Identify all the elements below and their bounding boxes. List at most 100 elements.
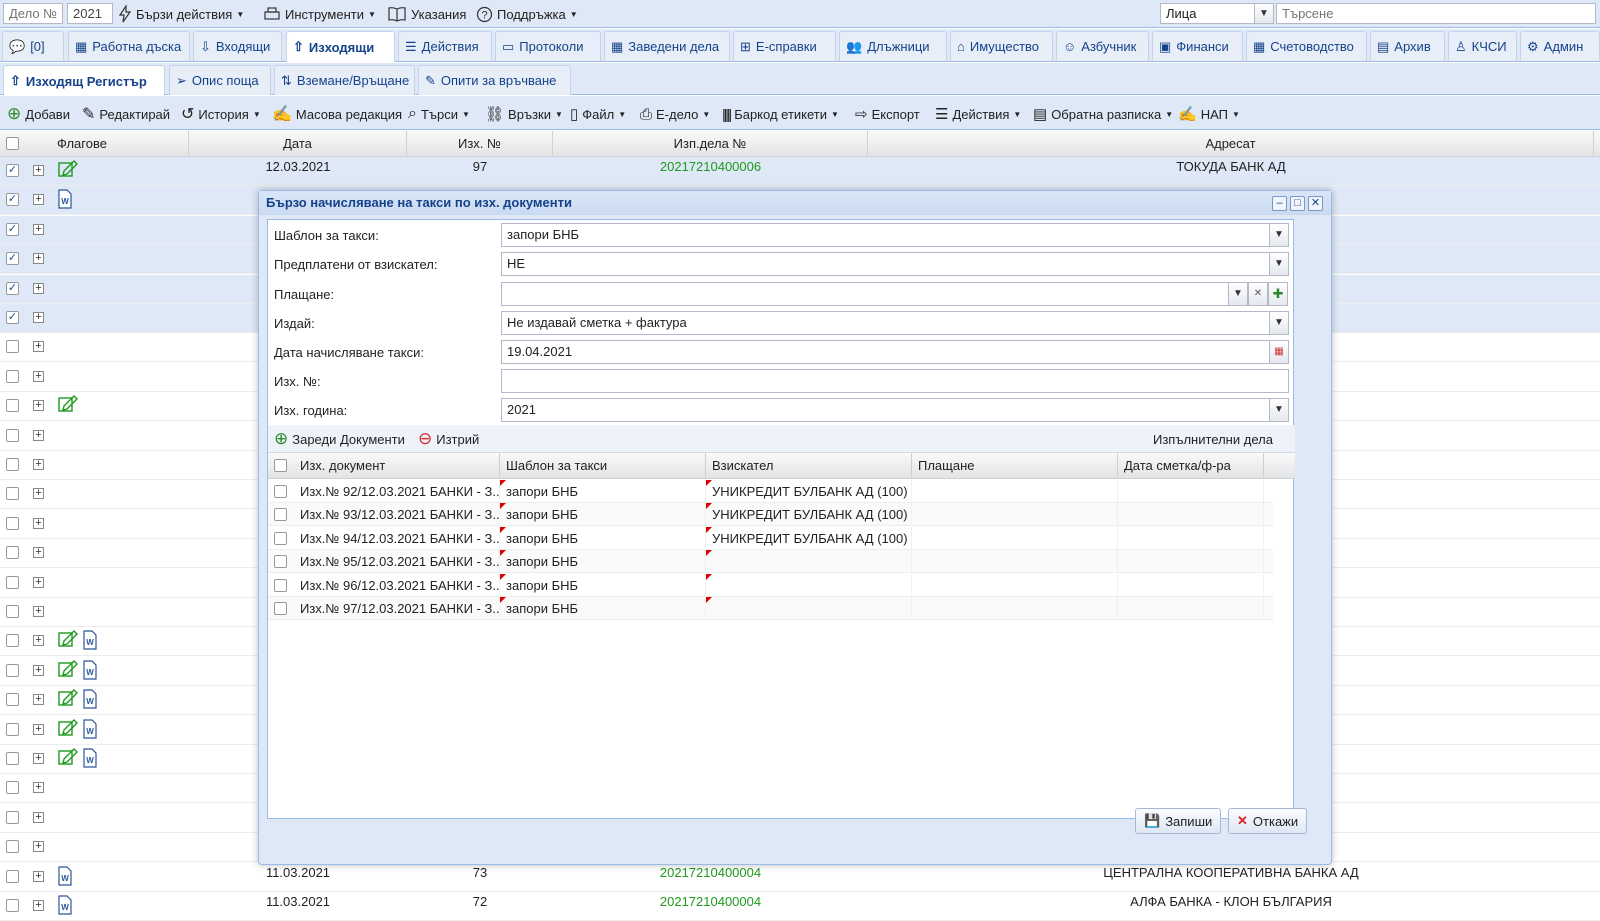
row-payment[interactable] <box>912 597 1118 620</box>
edit-button[interactable]: ✎ Редактирай <box>82 103 170 125</box>
column-flags[interactable]: Флагове <box>26 131 189 157</box>
mass-edit-button[interactable]: ✍ Масова редакция <box>272 103 402 125</box>
expand-icon[interactable]: + <box>33 488 44 500</box>
chevron-down-icon[interactable]: ▼ <box>1269 223 1289 247</box>
row-checkbox[interactable]: ✓ <box>6 222 19 236</box>
row-checkbox[interactable] <box>6 869 19 883</box>
row-checkbox[interactable] <box>6 458 19 471</box>
calendar-icon[interactable]: ▦ <box>1269 340 1289 364</box>
row-checkbox[interactable] <box>6 605 19 618</box>
row-payment[interactable] <box>912 480 1118 503</box>
document-row[interactable]: Изх.№ 97/12.03.2021 БАНКИ - З... запори Б… <box>268 597 1273 620</box>
row-payment[interactable] <box>912 573 1118 597</box>
row-creditor[interactable] <box>706 573 912 597</box>
column-template[interactable]: Шаблон за такси <box>500 453 706 479</box>
row-checkbox[interactable] <box>6 575 19 589</box>
chevron-down-icon[interactable]: ▼ <box>1269 311 1289 335</box>
instructions-button[interactable]: Указания <box>387 3 466 25</box>
row-checkbox[interactable] <box>6 693 19 707</box>
case-number-input[interactable] <box>3 3 63 24</box>
file-menu[interactable]: ▯ Файл ▼ <box>570 103 626 125</box>
nra-menu[interactable]: ✍ НАП ▼ <box>1178 103 1240 125</box>
clear-icon[interactable]: ✕ <box>1248 282 1268 306</box>
word-document-icon[interactable]: W <box>82 748 98 768</box>
row-checkbox[interactable] <box>6 546 19 560</box>
return-receipt-menu[interactable]: ▤ Обратна разписка ▼ <box>1033 103 1173 125</box>
row-invoice-date[interactable] <box>1118 597 1264 620</box>
expand-icon[interactable]: + <box>33 753 44 764</box>
minimize-icon[interactable]: – <box>1272 196 1287 211</box>
template-combo[interactable]: запори БНБ <box>501 223 1289 247</box>
expand-icon[interactable]: + <box>33 223 44 235</box>
year-input[interactable] <box>67 3 113 24</box>
row-checkbox[interactable] <box>6 752 19 765</box>
row-case-no[interactable]: 20217210400006 <box>553 157 868 186</box>
row-template[interactable]: запори БНБ <box>500 573 706 597</box>
quick-actions-menu[interactable]: Бързи действия ▼ <box>118 3 244 25</box>
row-checkbox[interactable] <box>6 663 19 677</box>
word-document-icon[interactable]: W <box>57 895 73 915</box>
tab-protocols[interactable]: ▭ Протоколи <box>495 31 601 61</box>
row-checkbox[interactable] <box>274 602 287 615</box>
document-row[interactable]: Изх.№ 94/12.03.2021 БАНКИ - З... запори Б… <box>268 526 1273 550</box>
row-checkbox[interactable] <box>274 508 287 522</box>
row-creditor[interactable] <box>706 597 912 620</box>
row-case-no[interactable]: 20217210400004 <box>553 863 868 892</box>
column-doc[interactable]: Изх. документ <box>294 453 500 479</box>
chevron-down-icon[interactable]: ▼ <box>1269 398 1289 422</box>
row-checkbox[interactable] <box>6 369 19 383</box>
row-template[interactable]: запори БНБ <box>500 597 706 620</box>
select-all-checkbox[interactable] <box>274 459 287 472</box>
row-checkbox[interactable] <box>6 428 19 442</box>
support-menu[interactable]: ? Поддръжка ▼ <box>476 3 578 25</box>
row-payment[interactable] <box>912 526 1118 550</box>
row-checkbox[interactable] <box>6 840 19 854</box>
row-invoice-date[interactable] <box>1118 573 1264 597</box>
search-input[interactable] <box>1276 3 1596 24</box>
expand-icon[interactable]: + <box>33 870 44 882</box>
expand-icon[interactable]: + <box>33 635 44 647</box>
prepaid-combo[interactable]: НЕ <box>501 252 1289 276</box>
row-checkbox[interactable] <box>6 781 19 795</box>
tab-outgoing[interactable]: ⇧ Изходящи <box>286 31 395 62</box>
expand-icon[interactable]: + <box>33 165 44 176</box>
word-document-icon[interactable]: W <box>57 865 73 886</box>
expand-icon[interactable]: + <box>33 517 44 529</box>
barcode-menu[interactable]: ||||| Баркод етикети ▼ <box>722 103 839 125</box>
subtab-take-return[interactable]: ⇅ Вземане/Връщане <box>274 65 415 95</box>
expand-icon[interactable]: + <box>33 253 44 265</box>
document-row[interactable]: Изх.№ 92/12.03.2021 БАНКИ - З... запори Б… <box>268 480 1273 503</box>
subtab-delivery-attempts[interactable]: ✎ Опити за връчване <box>418 65 571 95</box>
column-creditor[interactable]: Взискател <box>706 453 912 479</box>
expand-icon[interactable]: + <box>33 723 44 735</box>
subtab-mail-list[interactable]: ➢ Опис поща <box>169 65 271 95</box>
document-row[interactable]: Изх.№ 95/12.03.2021 БАНКИ - З... запори Б… <box>268 550 1273 574</box>
tab-kchsi[interactable]: ♙ КЧСИ <box>1448 31 1517 61</box>
persons-combo[interactable] <box>1160 3 1256 24</box>
word-document-icon[interactable]: W <box>82 718 98 739</box>
row-checkbox[interactable] <box>274 531 287 545</box>
row-checkbox[interactable]: ✓ <box>6 311 19 324</box>
add-payment-icon[interactable]: ✚ <box>1268 282 1288 306</box>
tab-dashboard[interactable]: ▦ Работна дъска <box>68 31 190 61</box>
chevron-down-icon[interactable]: ▼ <box>1269 252 1289 276</box>
tab-incoming[interactable]: ⇩ Входящи <box>193 31 282 61</box>
issue-combo[interactable]: Не издавай сметка + фактура <box>501 311 1289 335</box>
expand-icon[interactable]: + <box>33 664 44 676</box>
tab-property[interactable]: ⌂ Имущество <box>950 31 1053 61</box>
chevron-down-icon[interactable]: ▼ <box>1228 282 1248 306</box>
expand-icon[interactable]: + <box>33 811 44 823</box>
row-creditor[interactable]: УНИКРЕДИТ БУЛБАНК АД (100) <box>706 503 912 527</box>
row-template[interactable]: запори БНБ <box>500 503 706 527</box>
tab-actions[interactable]: ☰ Действия <box>398 31 492 61</box>
search-menu[interactable]: ⌕ Търси ▼ <box>408 103 470 125</box>
expand-icon[interactable]: + <box>33 576 44 588</box>
subtab-outgoing-register[interactable]: ⇧ Изходящ Регистър <box>3 65 165 96</box>
expand-icon[interactable]: + <box>33 194 44 206</box>
expand-icon[interactable]: + <box>33 547 44 559</box>
row-checkbox[interactable]: ✓ <box>6 164 19 177</box>
row-checkbox[interactable] <box>6 487 19 501</box>
row-payment[interactable] <box>912 550 1118 574</box>
tab-cases[interactable]: ▦ Заведени дела <box>604 31 730 61</box>
row-checkbox[interactable] <box>6 340 19 354</box>
